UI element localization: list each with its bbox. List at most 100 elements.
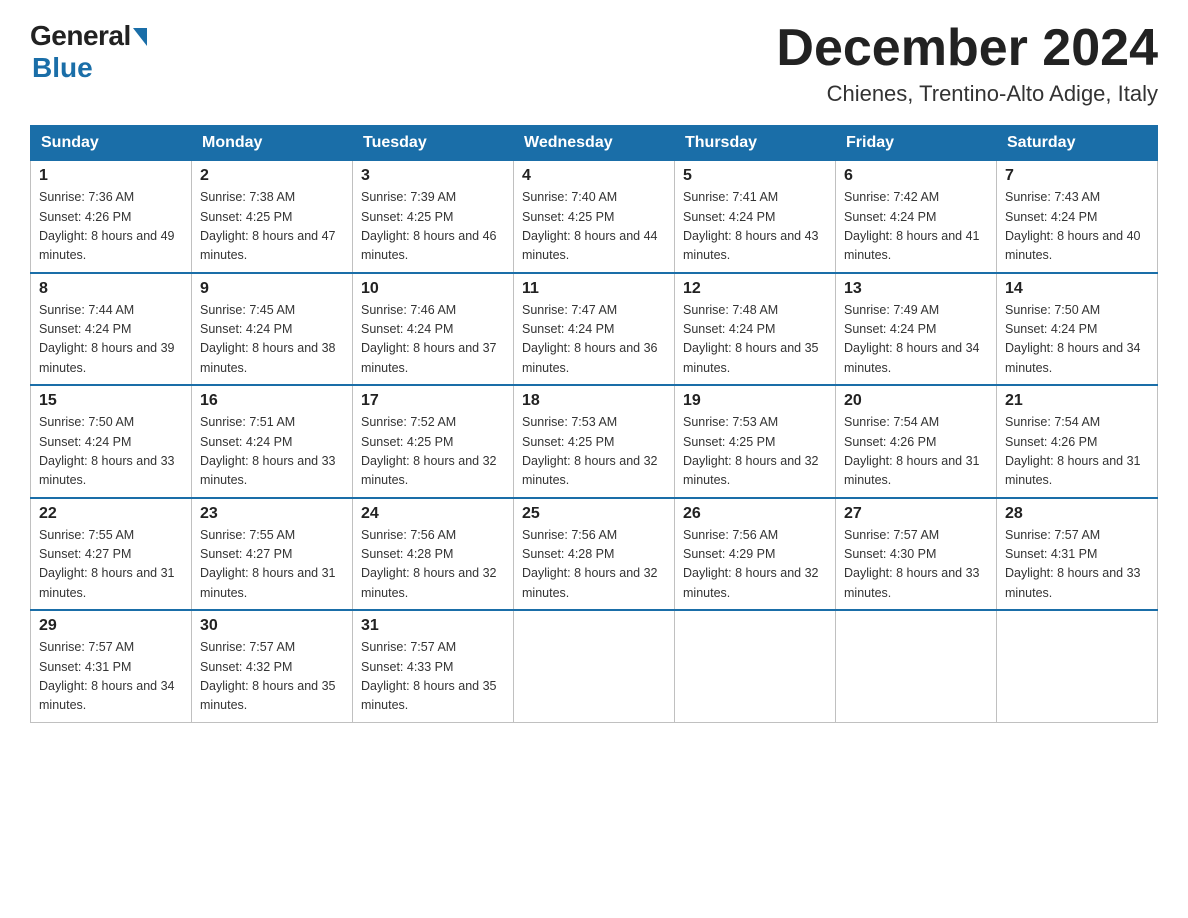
calendar-cell: 24Sunrise: 7:56 AMSunset: 4:28 PMDayligh… <box>353 498 514 611</box>
day-info: Sunrise: 7:54 AMSunset: 4:26 PMDaylight:… <box>1005 413 1149 491</box>
day-info: Sunrise: 7:54 AMSunset: 4:26 PMDaylight:… <box>844 413 988 491</box>
day-number: 18 <box>522 392 666 410</box>
day-number: 12 <box>683 280 827 298</box>
page-header: General Blue December 2024 Chienes, Tren… <box>30 20 1158 107</box>
day-info: Sunrise: 7:51 AMSunset: 4:24 PMDaylight:… <box>200 413 344 491</box>
day-info: Sunrise: 7:52 AMSunset: 4:25 PMDaylight:… <box>361 413 505 491</box>
day-number: 19 <box>683 392 827 410</box>
day-number: 25 <box>522 505 666 523</box>
day-number: 29 <box>39 617 183 635</box>
day-info: Sunrise: 7:57 AMSunset: 4:30 PMDaylight:… <box>844 526 988 604</box>
day-info: Sunrise: 7:48 AMSunset: 4:24 PMDaylight:… <box>683 301 827 379</box>
day-number: 31 <box>361 617 505 635</box>
logo-arrow-icon <box>133 28 147 46</box>
day-number: 8 <box>39 280 183 298</box>
calendar-cell: 10Sunrise: 7:46 AMSunset: 4:24 PMDayligh… <box>353 273 514 386</box>
calendar-cell: 17 Sunrise: 7:52 AMSunset: 4:25 PMDayligh… <box>353 385 514 498</box>
calendar-cell: 5 Sunrise: 7:41 AMSunset: 4:24 PMDaylight… <box>675 161 836 273</box>
day-of-week-header: Saturday <box>997 126 1158 161</box>
day-info: Sunrise: 7:55 AMSunset: 4:27 PMDaylight:… <box>200 526 344 604</box>
calendar-cell: 22Sunrise: 7:55 AMSunset: 4:27 PMDayligh… <box>31 498 192 611</box>
day-number: 17 <box>361 392 505 410</box>
day-number: 21 <box>1005 392 1149 410</box>
calendar-cell: 3 Sunrise: 7:39 AMSunset: 4:25 PMDaylight… <box>353 161 514 273</box>
calendar-cell: 15 Sunrise: 7:50 AMSunset: 4:24 PMDayligh… <box>31 385 192 498</box>
day-info: Sunrise: 7:56 AMSunset: 4:28 PMDaylight:… <box>522 526 666 604</box>
main-title: December 2024 <box>776 20 1158 77</box>
day-number: 26 <box>683 505 827 523</box>
day-info: Sunrise: 7:43 AMSunset: 4:24 PMDaylight:… <box>1005 188 1149 266</box>
calendar-cell <box>836 610 997 722</box>
day-info: Sunrise: 7:50 AMSunset: 4:24 PMDaylight:… <box>39 413 183 491</box>
day-number: 1 <box>39 167 183 185</box>
day-number: 14 <box>1005 280 1149 298</box>
day-info: Sunrise: 7:39 AMSunset: 4:25 PMDaylight:… <box>361 188 505 266</box>
day-info: Sunrise: 7:36 AMSunset: 4:26 PMDaylight:… <box>39 188 183 266</box>
calendar-cell: 16 Sunrise: 7:51 AMSunset: 4:24 PMDayligh… <box>192 385 353 498</box>
day-info: Sunrise: 7:42 AMSunset: 4:24 PMDaylight:… <box>844 188 988 266</box>
day-info: Sunrise: 7:50 AMSunset: 4:24 PMDaylight:… <box>1005 301 1149 379</box>
calendar-cell: 25 Sunrise: 7:56 AMSunset: 4:28 PMDayligh… <box>514 498 675 611</box>
calendar-cell: 19 Sunrise: 7:53 AMSunset: 4:25 PMDayligh… <box>675 385 836 498</box>
calendar-table: SundayMondayTuesdayWednesdayThursdayFrid… <box>30 125 1158 723</box>
day-number: 10 <box>361 280 505 298</box>
day-of-week-header: Monday <box>192 126 353 161</box>
day-info: Sunrise: 7:53 AMSunset: 4:25 PMDaylight:… <box>522 413 666 491</box>
calendar-header-row: SundayMondayTuesdayWednesdayThursdayFrid… <box>31 126 1158 161</box>
logo: General Blue <box>30 20 147 84</box>
day-info: Sunrise: 7:57 AMSunset: 4:31 PMDaylight:… <box>39 638 183 716</box>
calendar-cell: 20Sunrise: 7:54 AMSunset: 4:26 PMDayligh… <box>836 385 997 498</box>
calendar-cell: 13Sunrise: 7:49 AMSunset: 4:24 PMDayligh… <box>836 273 997 386</box>
day-number: 28 <box>1005 505 1149 523</box>
day-number: 9 <box>200 280 344 298</box>
day-info: Sunrise: 7:53 AMSunset: 4:25 PMDaylight:… <box>683 413 827 491</box>
calendar-week-row: 8 Sunrise: 7:44 AMSunset: 4:24 PMDaylight… <box>31 273 1158 386</box>
calendar-week-row: 29 Sunrise: 7:57 AMSunset: 4:31 PMDayligh… <box>31 610 1158 722</box>
day-info: Sunrise: 7:45 AMSunset: 4:24 PMDaylight:… <box>200 301 344 379</box>
day-info: Sunrise: 7:38 AMSunset: 4:25 PMDaylight:… <box>200 188 344 266</box>
calendar-cell: 30 Sunrise: 7:57 AMSunset: 4:32 PMDayligh… <box>192 610 353 722</box>
day-number: 6 <box>844 167 988 185</box>
day-number: 3 <box>361 167 505 185</box>
calendar-cell: 28 Sunrise: 7:57 AMSunset: 4:31 PMDayligh… <box>997 498 1158 611</box>
calendar-cell: 27Sunrise: 7:57 AMSunset: 4:30 PMDayligh… <box>836 498 997 611</box>
day-number: 30 <box>200 617 344 635</box>
calendar-week-row: 22 Sunrise: 7:55 AMSunset: 4:27 PMDayligh… <box>31 498 1158 611</box>
calendar-cell: 18 Sunrise: 7:53 AMSunset: 4:25 PMDayligh… <box>514 385 675 498</box>
day-of-week-header: Tuesday <box>353 126 514 161</box>
calendar-cell <box>514 610 675 722</box>
day-number: 24 <box>361 505 505 523</box>
logo-blue-text: Blue <box>32 52 93 84</box>
day-info: Sunrise: 7:47 AMSunset: 4:24 PMDaylight:… <box>522 301 666 379</box>
day-number: 11 <box>522 280 666 298</box>
day-info: Sunrise: 7:57 AMSunset: 4:32 PMDaylight:… <box>200 638 344 716</box>
day-of-week-header: Thursday <box>675 126 836 161</box>
calendar-cell: 23Sunrise: 7:55 AMSunset: 4:27 PMDayligh… <box>192 498 353 611</box>
day-of-week-header: Sunday <box>31 126 192 161</box>
day-of-week-header: Wednesday <box>514 126 675 161</box>
calendar-cell: 7 Sunrise: 7:43 AMSunset: 4:24 PMDaylight… <box>997 161 1158 273</box>
title-block: December 2024 Chienes, Trentino-Alto Adi… <box>776 20 1158 107</box>
calendar-cell: 6 Sunrise: 7:42 AMSunset: 4:24 PMDaylight… <box>836 161 997 273</box>
day-number: 5 <box>683 167 827 185</box>
day-info: Sunrise: 7:41 AMSunset: 4:24 PMDaylight:… <box>683 188 827 266</box>
calendar-cell: 1 Sunrise: 7:36 AMSunset: 4:26 PMDaylight… <box>31 161 192 273</box>
calendar-cell: 11 Sunrise: 7:47 AMSunset: 4:24 PMDayligh… <box>514 273 675 386</box>
day-number: 16 <box>200 392 344 410</box>
day-number: 22 <box>39 505 183 523</box>
subtitle: Chienes, Trentino-Alto Adige, Italy <box>776 81 1158 107</box>
calendar-cell: 29 Sunrise: 7:57 AMSunset: 4:31 PMDayligh… <box>31 610 192 722</box>
calendar-cell <box>675 610 836 722</box>
calendar-week-row: 15 Sunrise: 7:50 AMSunset: 4:24 PMDayligh… <box>31 385 1158 498</box>
day-info: Sunrise: 7:44 AMSunset: 4:24 PMDaylight:… <box>39 301 183 379</box>
calendar-cell: 9 Sunrise: 7:45 AMSunset: 4:24 PMDaylight… <box>192 273 353 386</box>
day-info: Sunrise: 7:57 AMSunset: 4:33 PMDaylight:… <box>361 638 505 716</box>
calendar-cell: 12 Sunrise: 7:48 AMSunset: 4:24 PMDayligh… <box>675 273 836 386</box>
day-number: 15 <box>39 392 183 410</box>
calendar-week-row: 1 Sunrise: 7:36 AMSunset: 4:26 PMDaylight… <box>31 161 1158 273</box>
day-number: 7 <box>1005 167 1149 185</box>
day-number: 2 <box>200 167 344 185</box>
calendar-cell: 14 Sunrise: 7:50 AMSunset: 4:24 PMDayligh… <box>997 273 1158 386</box>
day-info: Sunrise: 7:57 AMSunset: 4:31 PMDaylight:… <box>1005 526 1149 604</box>
calendar-cell <box>997 610 1158 722</box>
